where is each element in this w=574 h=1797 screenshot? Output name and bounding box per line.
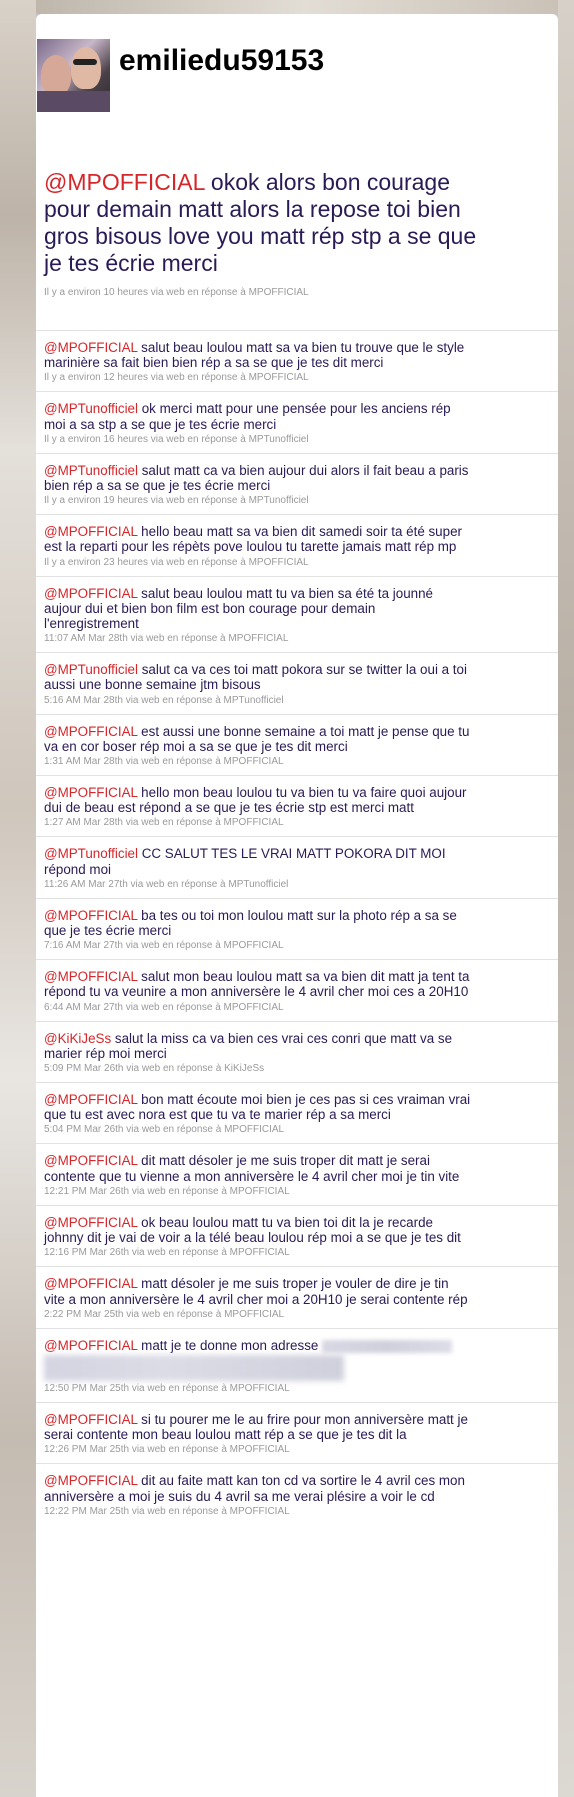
tweet-text: matt je te donne mon adresse <box>137 1337 323 1353</box>
tweet-meta: 7:16 AM Mar 27th via web en réponse à MP… <box>44 940 284 952</box>
profile-panel: emiliedu59153 @MPOFFICIAL okok alors bon… <box>36 14 558 1797</box>
tweet-item: @MPOFFICIAL ba tes ou toi mon loulou mat… <box>36 897 558 959</box>
tweet-item: @MPTunofficiel ok merci matt pour une pe… <box>36 391 558 452</box>
mention-link[interactable]: @MPTunofficiel <box>44 662 138 677</box>
tweet-item: @KiKiJeSs salut la miss ca va bien ces v… <box>36 1020 558 1082</box>
tweet-item: @MPTunofficiel salut matt ca va bien auj… <box>36 452 558 514</box>
mention-link[interactable]: @MPOFFICIAL <box>44 1215 137 1230</box>
avatar[interactable] <box>37 39 110 112</box>
mention-link[interactable]: @MPOFFICIAL <box>44 969 137 984</box>
mention-link[interactable]: @MPTunofficiel <box>44 846 138 861</box>
tweet-item: @MPOFFICIAL si tu pourer me le au frire … <box>36 1401 558 1463</box>
tweet-item: @MPOFFICIAL est aussi une bonne semaine … <box>36 713 558 775</box>
tweet-meta: 5:16 AM Mar 28th via web en réponse à MP… <box>44 694 284 706</box>
tweet-item: @MPOFFICIAL hello mon beau loulou tu va … <box>36 775 558 836</box>
tweet-item: @MPOFFICIAL salut beau loulou matt sa va… <box>36 330 558 391</box>
tweet-item: @MPOFFICIAL salut beau loulou matt tu va… <box>36 575 558 653</box>
mention-link[interactable]: @MPOFFICIAL <box>44 169 205 195</box>
tweet-item: @MPOFFICIAL hello beau matt sa va bien d… <box>36 514 558 575</box>
tweet-meta: 2:22 PM Mar 25th via web en réponse à MP… <box>44 1308 285 1320</box>
tweet-item: @MPOFFICIAL ok beau loulou matt tu va bi… <box>36 1204 558 1266</box>
tweet-meta: 1:31 AM Mar 28th via web en réponse à MP… <box>44 756 284 768</box>
tweet-item: @MPOFFICIAL matt désoler je me suis trop… <box>36 1266 558 1327</box>
tweet-meta: 12:26 PM Mar 25th via web en réponse à M… <box>44 1444 290 1456</box>
username: emiliedu59153 <box>119 44 325 77</box>
tweet-meta: Il y a environ 16 heures via web en répo… <box>44 433 309 445</box>
mention-link[interactable]: @MPOFFICIAL <box>44 1153 137 1168</box>
mention-link[interactable]: @MPOFFICIAL <box>44 724 137 739</box>
tweet-meta: 11:07 AM Mar 28th via web en réponse à M… <box>44 633 289 645</box>
background-photo-top <box>36 0 574 14</box>
tweet-item: @MPOFFICIAL dit matt désoler je me suis … <box>36 1143 558 1204</box>
tweet-item: @MPTunofficiel salut ca va ces toi matt … <box>36 652 558 713</box>
mention-link[interactable]: @MPOFFICIAL <box>44 340 137 355</box>
tweet-item: @MPOFFICIAL bon matt écoute moi bien je … <box>36 1082 558 1143</box>
tweet-meta: 12:16 PM Mar 26th via web en réponse à M… <box>44 1247 290 1259</box>
tweet-meta: Il y a environ 12 heures via web en répo… <box>44 372 309 384</box>
mention-link[interactable]: @MPOFFICIAL <box>44 524 137 539</box>
tweet-list: @MPOFFICIAL salut beau loulou matt sa va… <box>36 330 558 1525</box>
tweet-meta: Il y a environ 10 heures via web en répo… <box>44 287 309 298</box>
tweet-item: @MPOFFICIAL matt je te donne mon adresse… <box>36 1327 558 1402</box>
tweet-item: @MPOFFICIAL dit au faite matt kan ton cd… <box>36 1463 558 1524</box>
mention-link[interactable]: @MPOFFICIAL <box>44 1276 137 1291</box>
tweet-item: @MPOFFICIAL salut mon beau loulou matt s… <box>36 959 558 1020</box>
tweet-meta: 5:09 PM Mar 26th via web en réponse à Ki… <box>44 1063 265 1075</box>
mention-link[interactable]: @MPOFFICIAL <box>44 1473 137 1488</box>
tweet-meta: 12:22 PM Mar 25th via web en réponse à M… <box>44 1505 290 1517</box>
mention-link[interactable]: @MPTunofficiel <box>44 463 138 478</box>
mention-link[interactable]: @MPOFFICIAL <box>44 785 137 800</box>
background-photo-left <box>0 0 36 1797</box>
mention-link[interactable]: @MPOFFICIAL <box>44 586 137 601</box>
background-photo-right <box>558 0 574 1797</box>
mention-link[interactable]: @KiKiJeSs <box>44 1031 111 1046</box>
tweet-meta: Il y a environ 23 heures via web en répo… <box>44 556 309 568</box>
tweet-meta: 12:50 PM Mar 25th via web en réponse à M… <box>44 1382 290 1394</box>
mention-link[interactable]: @MPOFFICIAL <box>44 1338 137 1353</box>
tweet-meta: 1:27 AM Mar 28th via web en réponse à MP… <box>44 817 284 829</box>
tweet-meta: Il y a environ 19 heures via web en répo… <box>44 495 309 507</box>
mention-link[interactable]: @MPOFFICIAL <box>44 1412 137 1427</box>
tweet-meta: 5:04 PM Mar 26th via web en réponse à MP… <box>44 1124 285 1136</box>
redacted-address <box>322 1339 453 1353</box>
tweet-meta: 6:44 AM Mar 27th via web en réponse à MP… <box>44 1001 284 1013</box>
profile-header: emiliedu59153 <box>36 14 558 114</box>
redacted-address-continued <box>44 1354 344 1381</box>
tweet-item: @MPTunofficiel CC SALUT TES LE VRAI MATT… <box>36 836 558 897</box>
mention-link[interactable]: @MPTunofficiel <box>44 401 138 416</box>
latest-tweet: @MPOFFICIAL okok alors bon courage pour … <box>36 114 558 298</box>
tweet-meta: 11:26 AM Mar 27th via web en réponse à M… <box>44 878 289 890</box>
tweet-meta: 12:21 PM Mar 26th via web en réponse à M… <box>44 1185 290 1197</box>
mention-link[interactable]: @MPOFFICIAL <box>44 908 137 923</box>
mention-link[interactable]: @MPOFFICIAL <box>44 1092 137 1107</box>
